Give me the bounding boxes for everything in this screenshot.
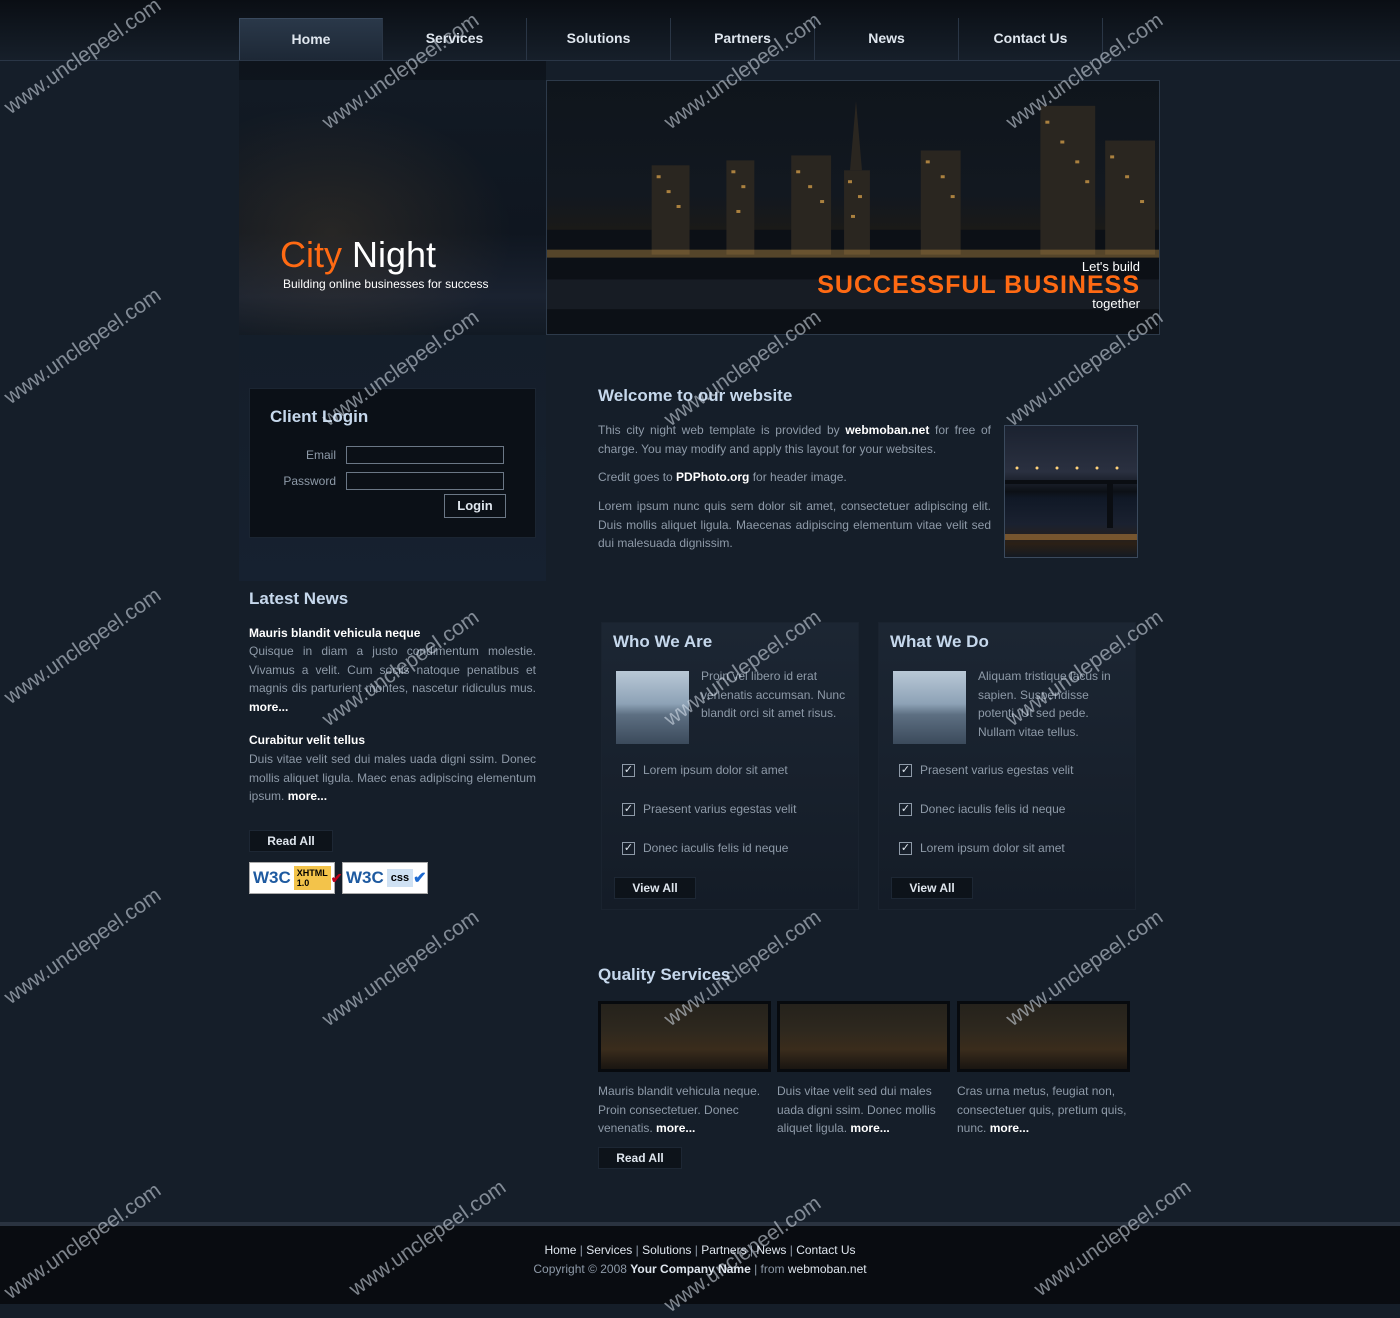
webmoban-link[interactable]: webmoban.net [845,423,929,437]
news-more-link[interactable]: more... [249,700,288,714]
checklist-item: ✓ Donec iaculis felis id neque [899,802,1066,816]
w3c-css-badge[interactable]: W3C css ✔ [342,862,428,894]
checkbox-icon: ✓ [899,841,912,855]
welcome-paragraph: This city night web template is provided… [598,423,991,456]
w3c-logo: W3C [346,868,384,887]
news-read-all-button[interactable]: Read All [249,830,333,852]
checkbox-icon: ✓ [622,802,635,816]
header-left-photo [239,80,546,335]
footer-link-solutions[interactable]: Solutions [642,1243,691,1257]
watermark-text: www.unclepeel.com [0,883,166,1009]
service-more-link[interactable]: more... [850,1121,889,1135]
footer-link-news[interactable]: News [756,1243,786,1257]
footer-copyright: Copyright © 2008 Your Company Name | fro… [533,1262,867,1276]
w3c-xhtml-badge[interactable]: W3C XHTML 1.0 ✔ [249,862,343,894]
site-tagline: Building online businesses for success [283,277,489,291]
building-thumbnail [616,671,689,744]
footer-site-link[interactable]: webmoban.net [788,1262,867,1276]
w3c-logo: W3C [253,868,291,887]
checkbox-icon: ✓ [899,802,912,816]
what-view-all-button[interactable]: View All [891,877,973,899]
service-thumbnail[interactable] [777,1001,950,1072]
service-description: Duis vitae velit sed dui males uada dign… [777,1084,936,1135]
checklist-item: ✓ Donec iaculis felis id neque [622,841,789,855]
email-field[interactable] [346,446,504,464]
footer-link-home[interactable]: Home [544,1243,576,1257]
pdphoto-link[interactable]: PDPhoto.org [676,470,749,484]
building-thumbnail [893,671,966,744]
check-icon: ✔ [330,869,343,886]
checkbox-icon: ✓ [899,763,912,777]
checklist-item: ✓ Lorem ipsum dolor sit amet [622,763,788,777]
news-more-link[interactable]: more... [288,789,327,803]
company-name: Your Company Name [630,1262,751,1276]
watermark-text: www.unclepeel.com [318,905,484,1031]
checkbox-icon: ✓ [622,841,635,855]
nav-solutions[interactable]: Solutions [527,18,671,60]
footer-link-contact-us[interactable]: Contact Us [796,1243,855,1257]
service-thumbnail[interactable] [957,1001,1130,1072]
service-thumbnail[interactable] [598,1001,771,1072]
password-field[interactable] [346,472,504,490]
nav-news[interactable]: News [815,18,959,60]
quality-read-all-button[interactable]: Read All [598,1147,682,1169]
footer-link-partners[interactable]: Partners [701,1243,746,1257]
hero-line-3: together [1092,296,1140,311]
who-we-are-box: Who We Are Proin vel libero id erat vene… [601,622,859,910]
news-item-body: Quisque in diam a justo condimentum mole… [249,644,536,714]
bridge-photo [1004,425,1138,558]
nav-services[interactable]: Services [383,18,527,60]
client-login-panel: Client Login Email Password Login [249,388,536,538]
what-we-do-text: Aliquam tristique lacus in sapien. Suspe… [978,669,1111,739]
news-item-title[interactable]: Curabitur velit tellus [249,733,365,747]
quality-services-title: Quality Services [598,965,731,984]
what-we-do-title: What We Do [890,632,989,651]
welcome-paragraph: Credit goes to PDPhoto.org for header im… [598,470,847,484]
checklist-item: ✓ Praesent varius egestas velit [899,763,1074,777]
header-image: Let's build SUCCESSFUL BUSINESS together [546,80,1160,335]
check-icon: ✔ [413,870,427,887]
footer-links: Home | Services | Solutions | Partners |… [544,1243,856,1257]
welcome-paragraph: Lorem ipsum nunc quis sem dolor sit amet… [598,499,991,550]
nav-home[interactable]: Home [239,18,383,60]
news-item-title[interactable]: Mauris blandit vehicula neque [249,626,420,640]
email-label: Email [305,448,336,462]
checkbox-icon: ✓ [622,763,635,777]
password-label: Password [283,474,336,488]
what-we-do-box: What We Do Aliquam tristique lacus in sa… [878,622,1136,910]
checklist-item: ✓ Praesent varius egestas velit [622,802,797,816]
service-description: Mauris blandit vehicula neque. Proin con… [598,1084,761,1135]
service-more-link[interactable]: more... [990,1121,1029,1135]
nav-contact-us[interactable]: Contact Us [959,18,1103,60]
service-description: Cras urna metus, feugiat non, consectetu… [957,1084,1127,1135]
latest-news-title: Latest News [249,589,349,608]
login-title: Client Login [270,407,369,426]
service-more-link[interactable]: more... [656,1121,695,1135]
who-we-are-text: Proin vel libero id erat venenatis accum… [701,669,846,720]
watermark-text: www.unclepeel.com [0,583,166,709]
footer-link-services[interactable]: Services [586,1243,632,1257]
who-view-all-button[interactable]: View All [614,877,696,899]
watermark-text: www.unclepeel.com [0,283,166,409]
checklist-item: ✓ Lorem ipsum dolor sit amet [899,841,1065,855]
news-item-body: Duis vitae velit sed dui males uada dign… [249,752,536,803]
nav-partners[interactable]: Partners [671,18,815,60]
site-logo[interactable]: City Night [280,234,436,276]
who-we-are-title: Who We Are [613,632,713,651]
main-nav: Home Services Solutions Partners News Co… [239,18,1103,60]
welcome-title: Welcome to our website [598,386,793,405]
login-button[interactable]: Login [444,494,506,518]
